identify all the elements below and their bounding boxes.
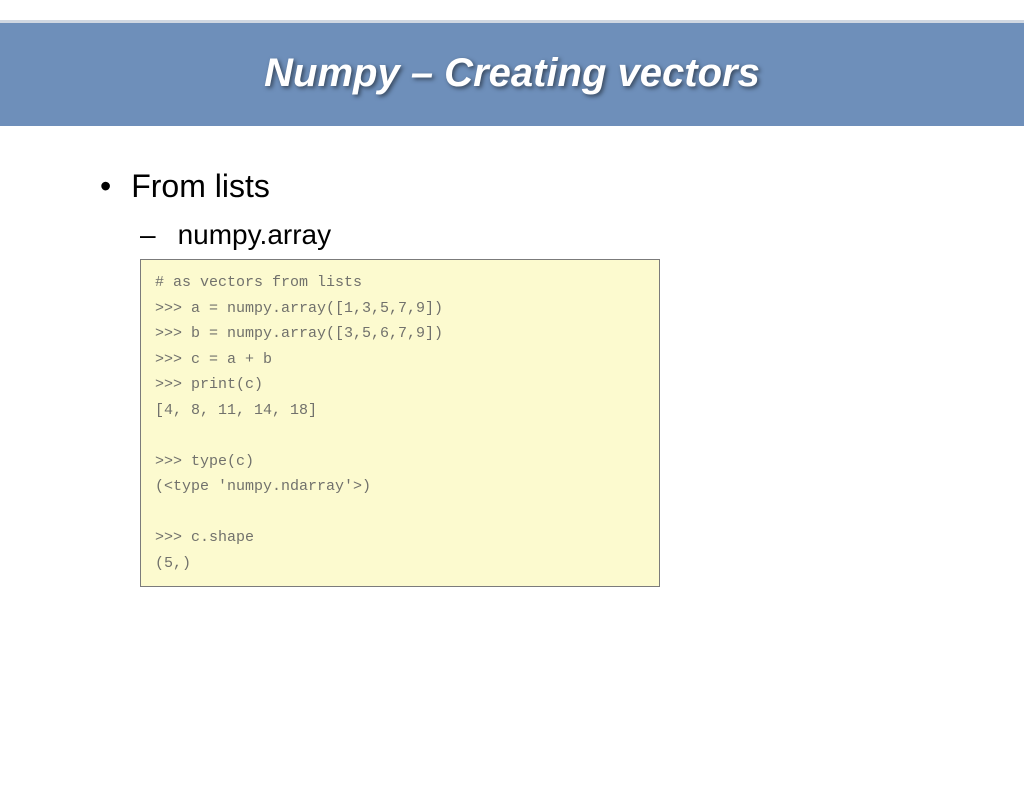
sub-bullet-numpy-array: numpy.array — [140, 219, 934, 251]
bullet-from-lists-text: From lists — [131, 168, 270, 204]
bullet-from-lists: From lists — [100, 168, 934, 205]
code-example: # as vectors from lists >>> a = numpy.ar… — [140, 259, 660, 587]
slide-title: Numpy – Creating vectors — [0, 51, 1024, 96]
sub-bullet-numpy-array-text: numpy.array — [178, 219, 332, 250]
title-band: Numpy – Creating vectors — [0, 20, 1024, 126]
slide-content: From lists numpy.array # as vectors from… — [0, 126, 1024, 587]
